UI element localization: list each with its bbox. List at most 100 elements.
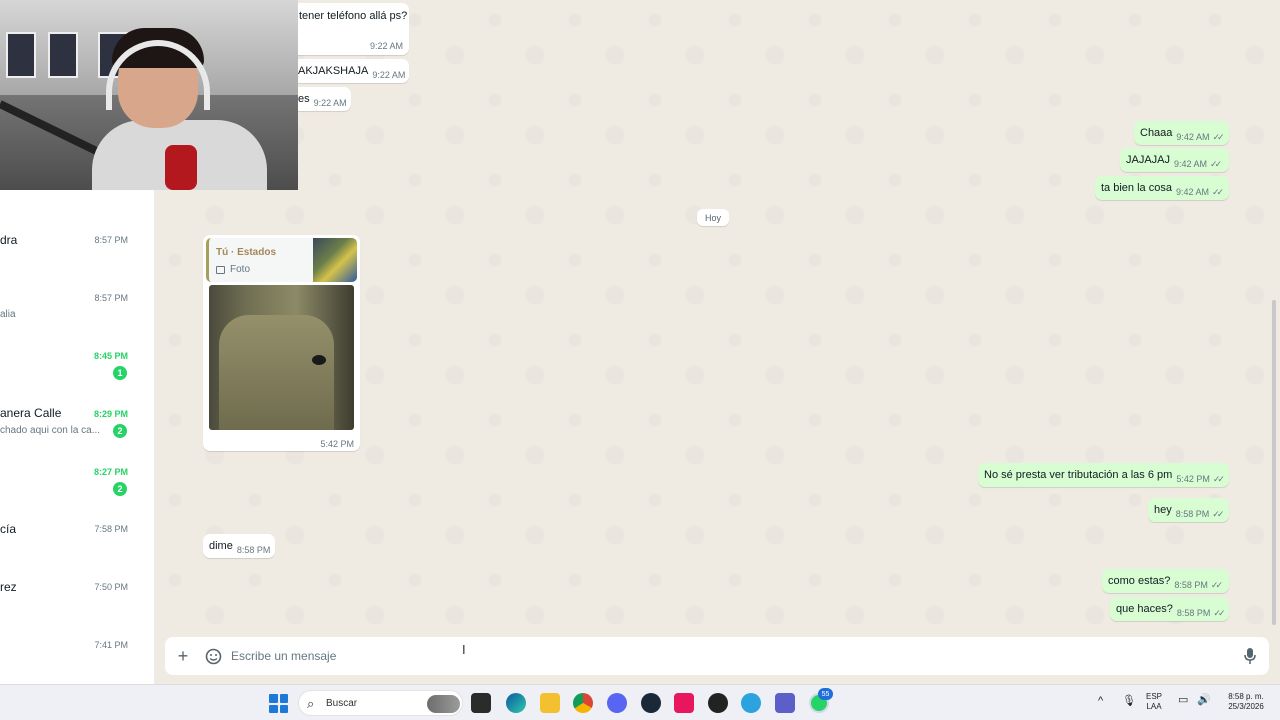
outgoing-message: Chaaa 9:42 AM ✓✓: [1134, 121, 1229, 145]
chat-list-item[interactable]: rez 7:50 PM: [0, 576, 155, 626]
status-thumbnail: [313, 238, 357, 282]
read-ticks-icon: ✓✓: [1212, 473, 1225, 484]
taskbar-search[interactable]: ⌕ Buscar: [298, 690, 463, 716]
message-text: que haces?: [1116, 603, 1173, 615]
read-ticks-icon: ✓✓: [1213, 607, 1225, 618]
incoming-photo-message[interactable]: Tú · Estados Foto 5:42 PM: [203, 235, 360, 451]
plus-icon[interactable]: +: [173, 646, 193, 666]
message-composer: + I: [165, 637, 1269, 675]
search-highlight-art: [427, 695, 460, 713]
edge-icon[interactable]: [506, 693, 526, 713]
chat-time: 8:57 PM: [94, 235, 128, 245]
microphone-icon[interactable]: [1240, 646, 1260, 666]
message-text: como estas?: [1108, 575, 1171, 587]
message-time: 9:22 AM: [313, 98, 347, 108]
message-time: 9:42 AM: [1175, 187, 1209, 197]
chat-list-item[interactable]: 8:57 PM alia: [0, 286, 155, 336]
unread-badge: 2: [113, 424, 127, 438]
message-input[interactable]: [231, 646, 1131, 666]
language-bottom: LAA: [1146, 702, 1162, 711]
outgoing-message: JAJAJAJ 9:42 AM ✓✓: [1120, 148, 1229, 172]
message-time: 9:42 AM: [1176, 132, 1210, 142]
outgoing-message: ta bien la cosa 9:42 AM ✓✓: [1095, 176, 1229, 200]
chat-scrollbar[interactable]: [1272, 300, 1276, 625]
windows-start-icon[interactable]: [269, 694, 288, 713]
chat-time: 8:45 PM: [93, 351, 128, 361]
chat-list-item[interactable]: 8:45 PM 1: [0, 344, 155, 394]
outgoing-message: hey 8:58 PM ✓✓: [1148, 498, 1229, 522]
chat-preview: alia: [0, 309, 16, 320]
app-icon[interactable]: [708, 693, 728, 713]
chat-time: 7:50 PM: [94, 582, 128, 592]
chat-list-item[interactable]: cía 7:58 PM: [0, 518, 155, 568]
read-ticks-icon: ✓✓: [1210, 158, 1222, 169]
message-time: 9:22 AM: [369, 41, 403, 51]
webcam-microphone: [165, 145, 197, 190]
message-text: No sé presta ver tributación a las 6 pm: [984, 469, 1173, 481]
status-quote[interactable]: Tú · Estados Foto: [206, 238, 357, 282]
message-text: Chaaa: [1140, 127, 1173, 139]
chat-panel: tener teléfono allá ps? 9:22 AM AKJAKSHA…: [155, 0, 1280, 684]
chat-list-item[interactable]: 7:41 PM: [0, 634, 155, 674]
message-time: 8:58 PM: [1175, 509, 1210, 519]
taskbar: ⌕ Buscar 55 ^ 🎙 ESP LAA ▭ 🔊 8:58 p. m. 2…: [0, 684, 1280, 720]
clock-date: 25/3/2026: [1228, 702, 1264, 711]
network-icon[interactable]: ▭: [1178, 695, 1188, 706]
clock-time: 8:58 p. m.: [1228, 692, 1264, 701]
quote-title: Tú · Estados: [216, 247, 277, 258]
image-icon: [216, 265, 225, 274]
outgoing-message: que haces? 8:58 PM ✓✓: [1110, 597, 1229, 621]
read-ticks-icon: ✓✓: [1210, 579, 1223, 590]
message-text: AKJAKSHAJA: [298, 65, 369, 77]
message-time: 8:58 PM: [1176, 608, 1211, 618]
message-text: ta bien la cosa: [1101, 182, 1172, 194]
outgoing-message: No sé presta ver tributación a las 6 pm …: [978, 463, 1229, 487]
search-label: Buscar: [326, 698, 358, 709]
outgoing-message: como estas? 8:58 PM ✓✓: [1102, 569, 1229, 593]
chat-time: 8:57 PM: [94, 293, 128, 303]
chat-name: rez: [0, 580, 17, 594]
chat-list-item[interactable]: dra 8:57 PM: [0, 228, 155, 278]
message-time: 8:58 PM: [1174, 580, 1208, 590]
chat-name: anera Calle: [0, 406, 62, 420]
tray-microphone-icon[interactable]: 🎙: [1122, 696, 1136, 707]
language-indicator[interactable]: ESP LAA: [1146, 692, 1162, 712]
chrome-icon[interactable]: [573, 693, 593, 713]
message-text: es: [298, 93, 310, 105]
chat-time: 8:27 PM: [93, 467, 128, 477]
task-view-icon[interactable]: [471, 693, 491, 713]
read-ticks-icon: ✓✓: [1211, 186, 1224, 197]
quote-subtitle: Foto: [216, 264, 250, 275]
photo-subject: [219, 315, 334, 430]
tray-chevron-icon[interactable]: ^: [1098, 696, 1103, 707]
chat-list-item[interactable]: 8:27 PM 2: [0, 460, 155, 510]
chat-name: dra: [0, 233, 18, 247]
unread-badge: 1: [113, 366, 127, 380]
quote-subtitle-text: Foto: [230, 264, 251, 275]
message-text: hey: [1154, 504, 1172, 516]
chat-time: 7:58 PM: [94, 524, 128, 534]
telegram-icon[interactable]: [741, 693, 761, 713]
language-top: ESP: [1146, 692, 1163, 701]
steam-icon[interactable]: [641, 693, 661, 713]
sticker-icon[interactable]: [203, 646, 223, 666]
tiktok-icon[interactable]: [674, 693, 694, 713]
read-ticks-icon: ✓✓: [1212, 508, 1224, 519]
clock[interactable]: 8:58 p. m. 25/3/2026: [1222, 692, 1270, 712]
teams-icon[interactable]: [775, 693, 795, 713]
file-explorer-icon[interactable]: [540, 693, 560, 713]
message-time: 8:58 PM: [236, 545, 271, 555]
message-text: JAJAJAJ: [1126, 154, 1171, 166]
message-time: 5:42 PM: [1176, 474, 1210, 484]
photo-detail: [312, 355, 326, 365]
chat-list-item[interactable]: anera Calle 8:29 PM chado aqui con la ca…: [0, 402, 155, 452]
message-time: 9:42 AM: [1174, 159, 1208, 169]
chat-preview: chado aqui con la ca...: [0, 425, 101, 436]
photo-image[interactable]: [209, 285, 354, 430]
text-cursor-icon: I: [462, 642, 466, 657]
discord-icon[interactable]: [607, 693, 627, 713]
search-icon: ⌕: [307, 696, 315, 711]
chat-time: 8:29 PM: [93, 409, 128, 419]
chat-name: cía: [0, 522, 17, 536]
volume-icon[interactable]: 🔊: [1197, 695, 1211, 706]
